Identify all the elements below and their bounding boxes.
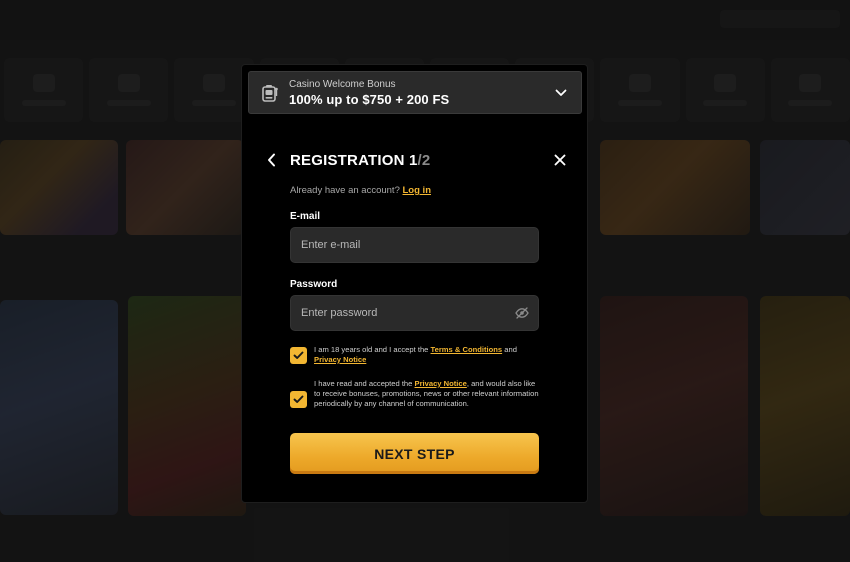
age-terms-text-before: I am 18 years old and I accept the <box>314 345 429 354</box>
checkmark-icon <box>293 351 304 359</box>
age-terms-text-and: and <box>504 345 517 354</box>
welcome-bonus-selector[interactable]: Casino Welcome Bonus 100% up to $750 + 2… <box>248 71 582 114</box>
registration-modal: Casino Welcome Bonus 100% up to $750 + 2… <box>241 64 588 503</box>
password-field[interactable] <box>290 295 539 331</box>
email-field[interactable] <box>290 227 539 263</box>
chevron-down-icon[interactable] <box>553 85 569 101</box>
privacy-notice-link[interactable]: Privacy Notice <box>314 355 366 364</box>
marketing-consent-checkbox[interactable] <box>290 391 307 408</box>
login-prompt-text: Already have an account? <box>290 185 400 196</box>
close-icon[interactable] <box>552 152 568 168</box>
marketing-text-before: I have read and accepted the <box>314 379 413 388</box>
login-prompt: Already have an account? Log in <box>290 185 431 196</box>
terms-conditions-link[interactable]: Terms & Conditions <box>431 345 503 354</box>
email-label: E-mail <box>290 211 321 222</box>
welcome-bonus-label: Casino Welcome Bonus <box>289 78 396 90</box>
title-step-total: /2 <box>417 151 431 169</box>
marketing-consent-text: I have read and accepted the Privacy Not… <box>314 379 540 409</box>
registration-header: REGISTRATION 1/2 <box>264 149 568 171</box>
login-link[interactable]: Log in <box>403 185 432 196</box>
eye-off-icon[interactable] <box>514 306 530 320</box>
age-terms-checkbox[interactable] <box>290 347 307 364</box>
privacy-notice-link[interactable]: Privacy Notice <box>415 379 467 388</box>
page-title: REGISTRATION 1/2 <box>290 152 430 169</box>
next-step-button[interactable]: NEXT STEP <box>290 433 539 474</box>
welcome-bonus-text: Casino Welcome Bonus 100% up to $750 + 2… <box>289 79 553 107</box>
title-text: REGISTRATION 1 <box>290 151 418 169</box>
checkmark-icon <box>293 395 304 403</box>
password-label: Password <box>290 279 338 290</box>
age-terms-text: I am 18 years old and I accept the Terms… <box>314 345 540 365</box>
welcome-bonus-value: 100% up to $750 + 200 FS <box>289 91 450 107</box>
back-arrow-icon[interactable] <box>264 152 278 168</box>
slot-machine-icon <box>261 84 279 102</box>
